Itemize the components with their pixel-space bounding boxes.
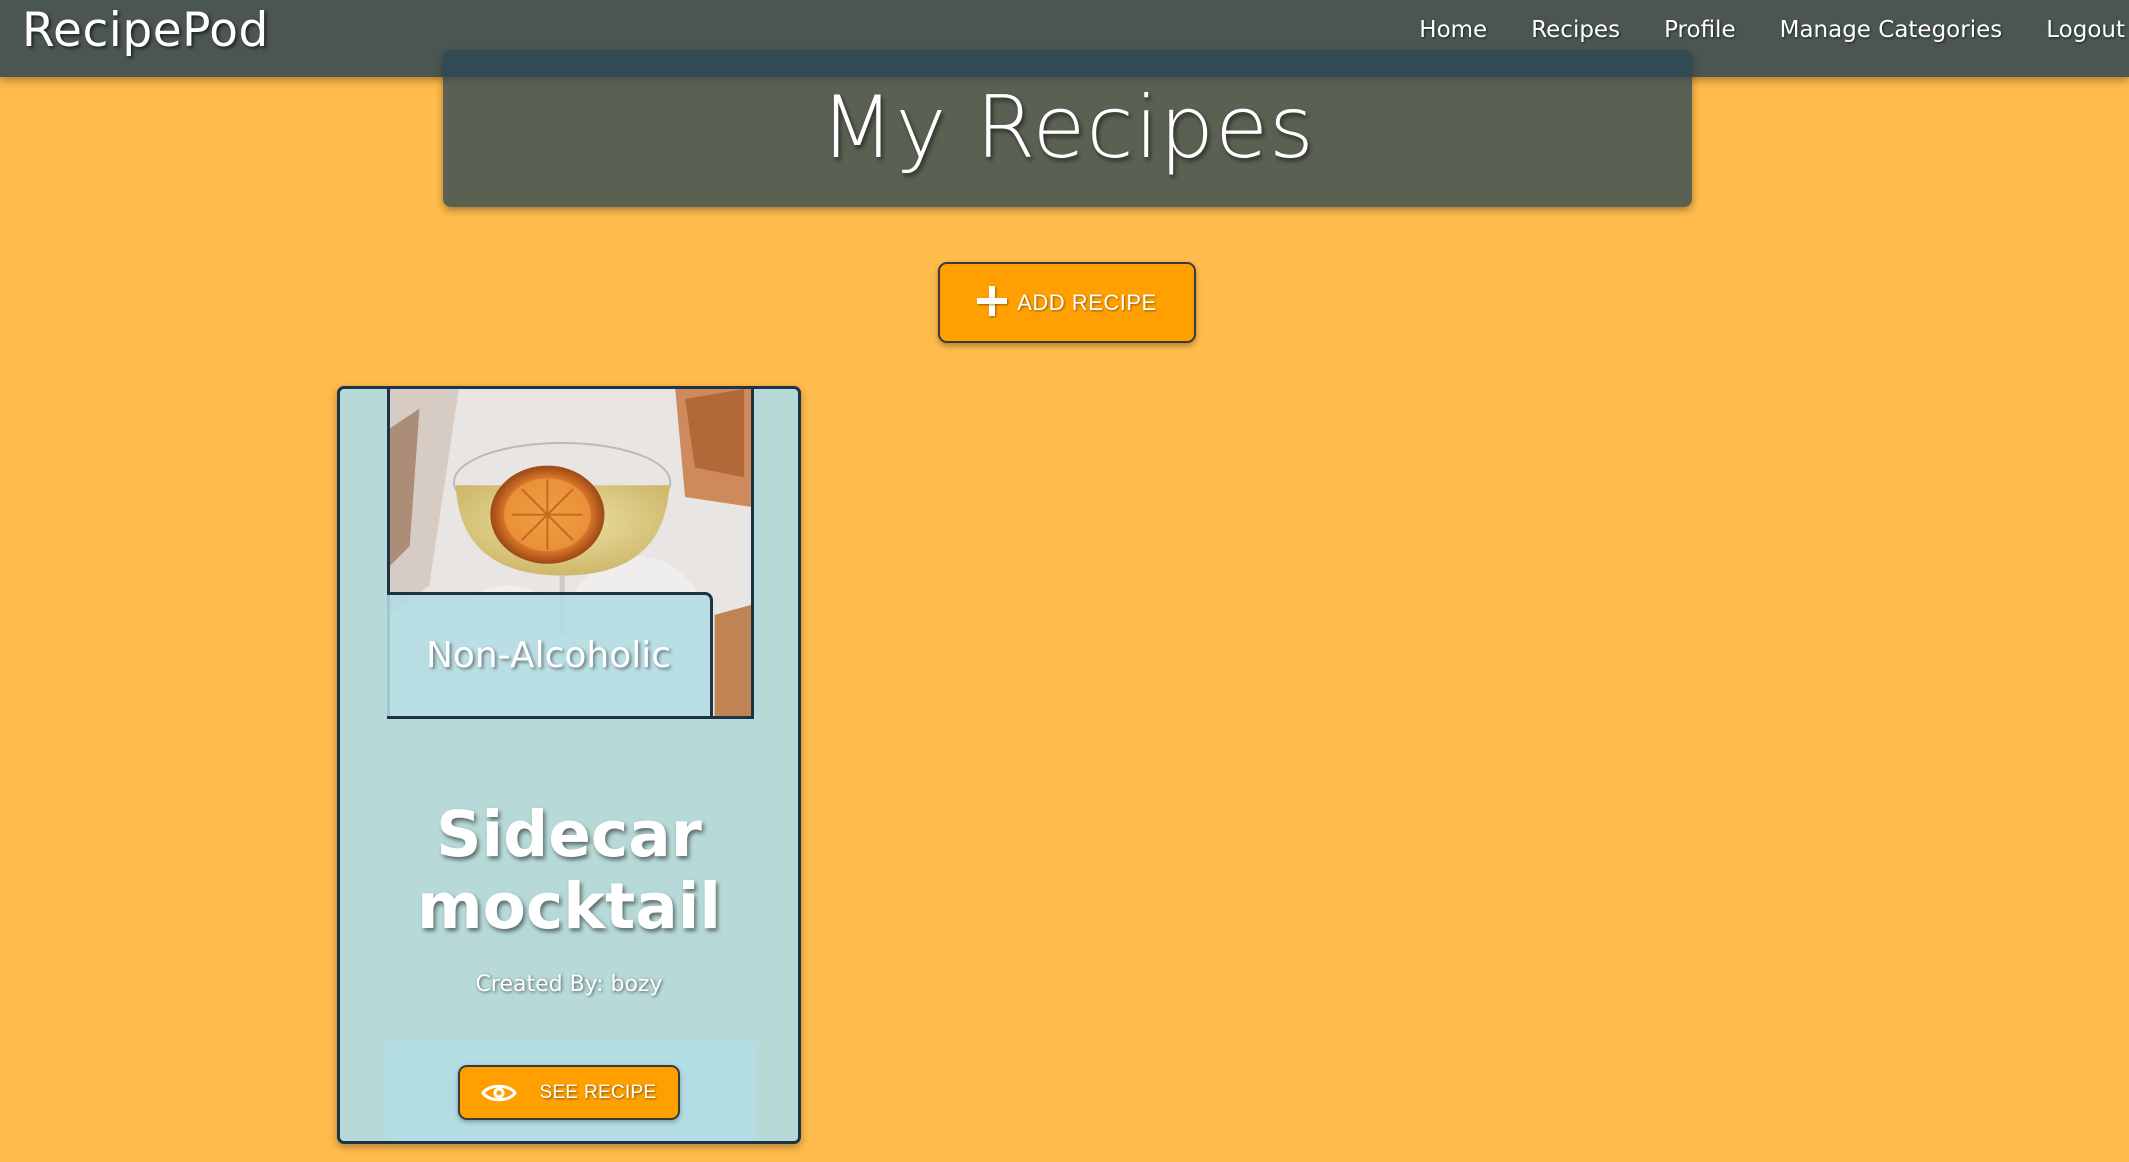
brand-logo[interactable]: RecipePod	[22, 2, 269, 60]
nav-link-manage-categories[interactable]: Manage Categories	[1780, 14, 2003, 46]
plus-icon	[977, 285, 1008, 316]
category-badge: Non-Alcoholic	[387, 592, 713, 719]
recipe-author: Created By: bozy	[475, 972, 663, 997]
page: RecipePod Home Recipes Profile Manage Ca…	[0, 0, 2129, 1162]
nav-link-logout[interactable]: Logout	[2046, 14, 2125, 46]
nav-link-home[interactable]: Home	[1419, 14, 1487, 46]
recipe-card: Non-Alcoholic Sidecar mocktail Created B…	[337, 386, 801, 1144]
see-recipe-label: SEE RECIPE	[539, 1081, 657, 1103]
page-title: My Recipes	[820, 78, 1315, 178]
card-footer: SEE RECIPE	[386, 1041, 755, 1141]
category-label: Non-Alcoholic	[425, 635, 672, 676]
page-header: My Recipes	[443, 50, 1692, 207]
eye-icon	[481, 1084, 518, 1101]
add-recipe-button[interactable]: ADD RECIPE	[938, 262, 1196, 343]
nav-links: Home Recipes Profile Manage Categories L…	[1375, 14, 2125, 46]
nav-link-recipes[interactable]: Recipes	[1531, 14, 1620, 46]
see-recipe-button[interactable]: SEE RECIPE	[458, 1065, 680, 1120]
add-recipe-label: ADD RECIPE	[1017, 289, 1157, 315]
nav-link-profile[interactable]: Profile	[1664, 14, 1736, 46]
recipe-title: Sidecar mocktail	[417, 798, 721, 943]
